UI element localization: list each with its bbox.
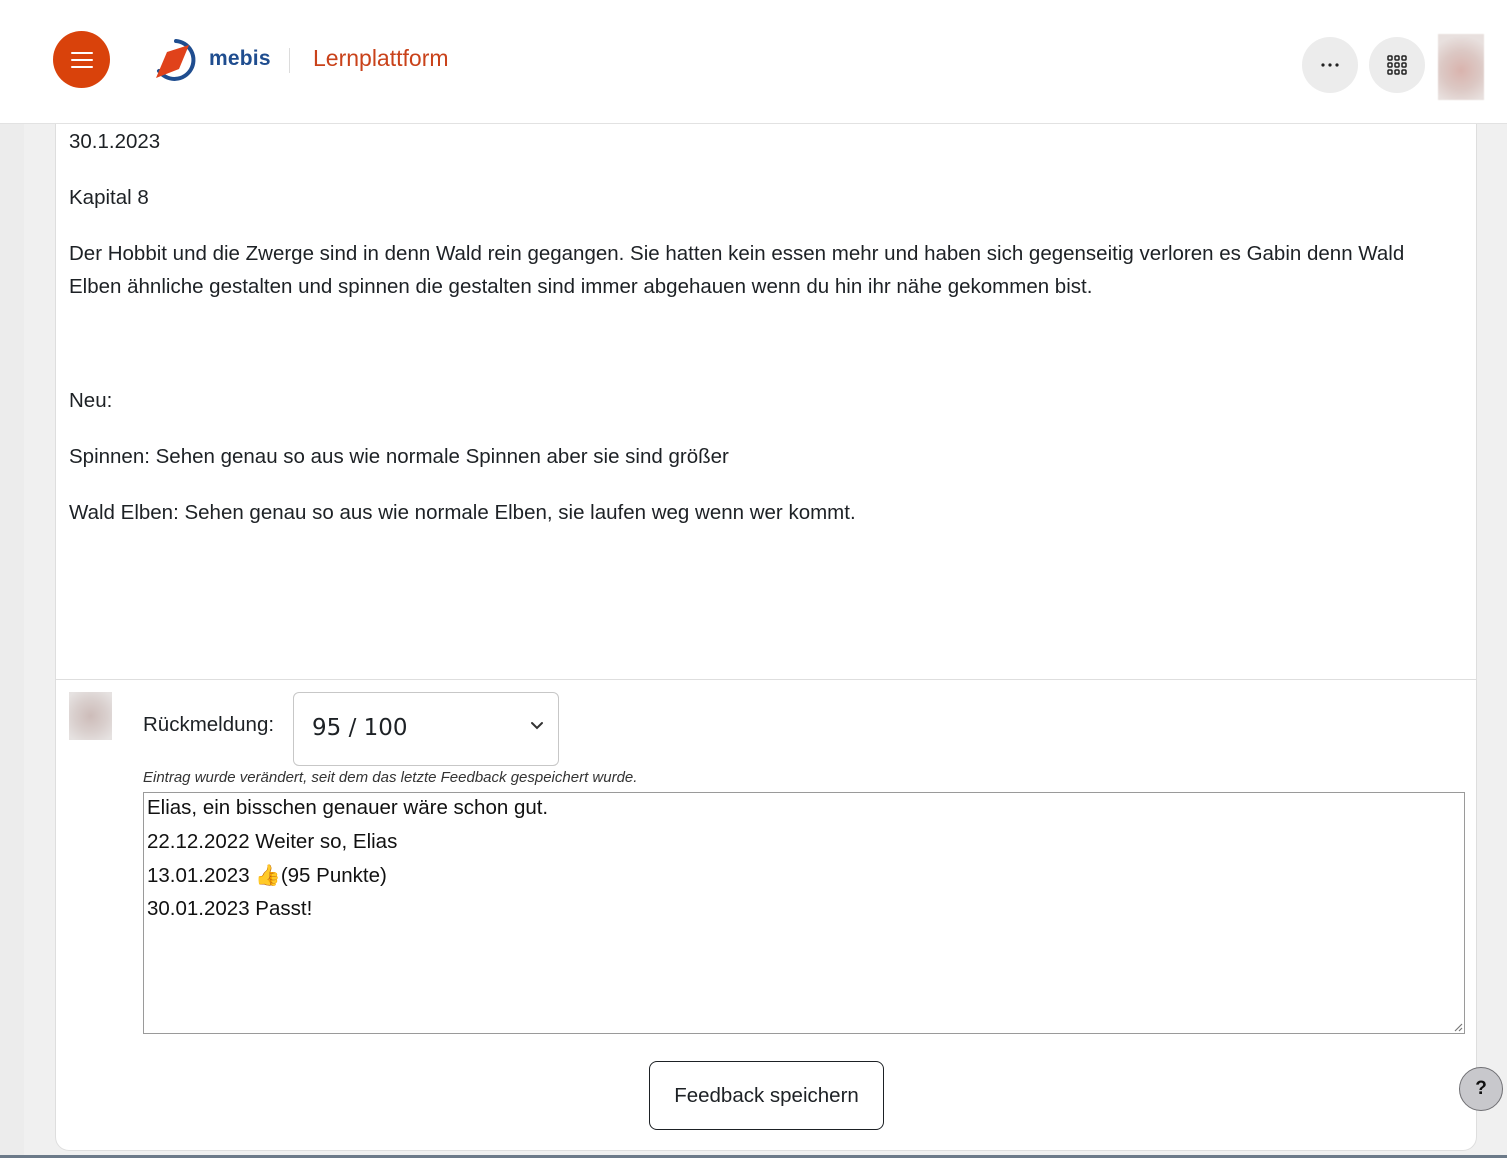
user-avatar[interactable] — [1438, 34, 1484, 100]
main-menu-button[interactable] — [53, 31, 110, 88]
feedback-line: 30.01.2023 Passt! — [147, 897, 313, 920]
brand-divider — [289, 48, 290, 73]
feedback-line: Elias, ein bisschen genauer wäre schon g… — [147, 796, 549, 819]
platform-name[interactable]: Lernplattform — [313, 45, 449, 72]
entry-new-item: Wald Elben: Sehen genau so aus wie norma… — [69, 501, 856, 524]
resize-handle-icon[interactable] — [1452, 1021, 1463, 1032]
brand-name[interactable]: mebis — [209, 47, 271, 71]
entry-date: 30.1.2023 — [69, 130, 161, 153]
feedback-line: 13.01.2023 👍(95 Punkte) — [147, 864, 387, 887]
save-feedback-button[interactable]: Feedback speichern — [649, 1061, 884, 1130]
more-options-button[interactable] — [1302, 37, 1358, 93]
chevron-down-icon — [531, 722, 543, 730]
entry-new-item: Spinnen: Sehen genau so aus wie normale … — [69, 445, 729, 468]
top-navbar: mebis Lernplattform — [0, 0, 1507, 124]
apps-grid-button[interactable] — [1369, 37, 1425, 93]
ellipsis-icon — [1321, 63, 1339, 67]
teacher-avatar — [69, 692, 112, 740]
journal-entry-card: 30.1.2023 Kapital 8 Der Hobbit und die Z… — [55, 123, 1477, 1151]
grid-icon — [1387, 55, 1407, 75]
feedback-textarea[interactable]: Elias, ein bisschen genauer wäre schon g… — [143, 792, 1465, 1034]
section-divider — [56, 679, 1476, 680]
entry-paragraph: Der Hobbit und die Zwerge sind in denn W… — [69, 242, 1405, 298]
grade-select[interactable]: 95 / 100 — [293, 692, 559, 766]
left-drawer-edge — [0, 123, 24, 1158]
hamburger-menu-icon — [70, 51, 93, 68]
feedback-changed-note: Eintrag wurde verändert, seit dem das le… — [143, 769, 638, 786]
feedback-line: 22.12.2022 Weiter so, Elias — [147, 830, 398, 853]
entry-new-heading: Neu: — [69, 389, 113, 412]
entry-chapter: Kapital 8 — [69, 186, 149, 209]
grade-select-value: 95 / 100 — [312, 715, 408, 741]
help-button[interactable]: ? — [1459, 1067, 1503, 1111]
feedback-label: Rückmeldung: — [143, 713, 275, 736]
mebis-logo-icon[interactable] — [153, 38, 199, 82]
